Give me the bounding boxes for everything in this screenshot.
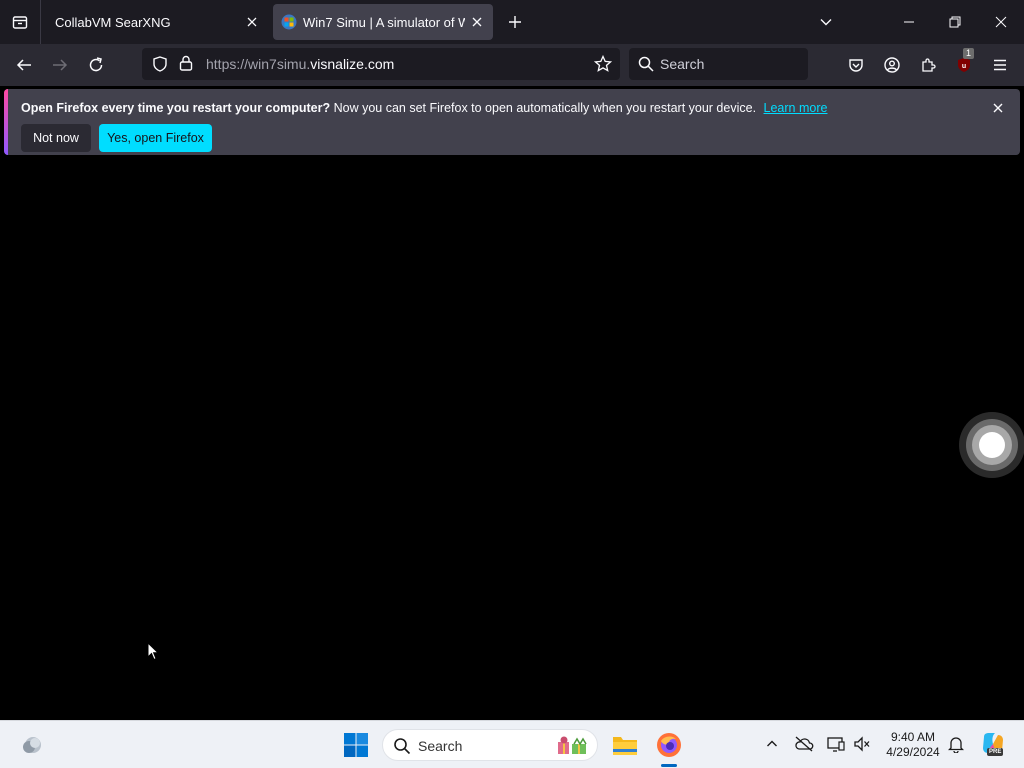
lock-icon[interactable] <box>179 55 193 76</box>
tab-title: CollabVM SearXNG <box>55 14 171 30</box>
firefox-taskbar-icon[interactable] <box>653 729 685 761</box>
weather-widget-icon[interactable] <box>20 733 44 757</box>
win7-favicon-icon <box>281 14 297 30</box>
tab-close-icon[interactable] <box>465 10 489 34</box>
back-arrow-icon[interactable] <box>11 52 37 78</box>
yes-open-firefox-button[interactable]: Yes, open Firefox <box>99 124 212 152</box>
firefox-active-indicator <box>661 764 677 767</box>
show-hidden-icons-chevron-icon[interactable] <box>761 733 783 755</box>
file-explorer-icon[interactable] <box>609 729 641 761</box>
tab-strip: CollabVM SearXNG Win7 Simu | A simulator… <box>0 0 1024 44</box>
firefox-view-icon[interactable] <box>8 10 32 34</box>
browser-window: CollabVM SearXNG Win7 Simu | A simulator… <box>0 0 1024 720</box>
tab-separator <box>40 0 41 44</box>
taskbar-search-label: Search <box>418 738 463 754</box>
loading-spinner-icon <box>959 412 1024 478</box>
url-host: visnalize.com <box>310 56 395 72</box>
hamburger-menu-icon[interactable] <box>987 52 1013 78</box>
svg-text:u: u <box>962 63 966 70</box>
tab-win7-simu[interactable]: Win7 Simu | A simulator of Windows 7 <box>273 4 493 40</box>
navigation-toolbar: https://win7simu.visnalize.com Search u … <box>0 44 1024 86</box>
new-tab-plus-icon[interactable] <box>503 10 527 34</box>
clock-time: 9:40 AM <box>890 730 936 744</box>
search-placeholder: Search <box>660 56 705 72</box>
notification-body: Now you can set Firefox to open automati… <box>333 101 757 115</box>
close-window-icon[interactable] <box>978 0 1024 44</box>
address-bar[interactable]: https://win7simu.visnalize.com <box>142 48 620 80</box>
search-highlight-gifts-icon <box>555 733 591 762</box>
network-display-icon[interactable] <box>825 733 847 755</box>
close-notification-icon[interactable] <box>988 98 1008 118</box>
search-icon <box>638 56 654 77</box>
url-scheme: https://win7simu. <box>206 56 311 72</box>
volume-muted-icon[interactable] <box>851 733 873 755</box>
url-text[interactable]: https://win7simu.visnalize.com <box>206 56 394 72</box>
tab-title: Win7 Simu | A simulator of Windows 7 <box>303 14 465 30</box>
not-now-button[interactable]: Not now <box>21 124 91 152</box>
extension-badge: 1 <box>963 48 975 59</box>
search-bar[interactable]: Search <box>629 48 808 80</box>
tracking-shield-icon[interactable] <box>152 56 168 77</box>
account-icon[interactable] <box>879 52 905 78</box>
minimize-icon[interactable] <box>886 0 932 44</box>
pocket-icon[interactable] <box>843 52 869 78</box>
notification-bell-icon[interactable] <box>945 733 967 755</box>
system-clock[interactable]: 9:40 AM 4/29/2024 <box>878 730 948 760</box>
clock-date: 4/29/2024 <box>886 745 940 759</box>
mouse-cursor-icon <box>147 641 160 666</box>
search-icon <box>393 737 411 760</box>
restart-notification-bar: Open Firefox every time you restart your… <box>4 89 1020 155</box>
taskbar: Search 9:40 AM 4/29/2024 PRE <box>0 720 1024 768</box>
start-windows-icon[interactable] <box>343 732 369 758</box>
notification-message: Open Firefox every time you restart your… <box>21 101 827 115</box>
tab-close-icon[interactable] <box>240 10 264 34</box>
notification-title: Open Firefox every time you restart your… <box>21 101 331 115</box>
extensions-puzzle-icon[interactable] <box>915 52 941 78</box>
onedrive-offline-icon[interactable] <box>793 733 815 755</box>
bookmark-star-icon[interactable] <box>593 54 613 78</box>
notification-accent <box>4 89 8 155</box>
copilot-preview-icon[interactable]: PRE <box>979 730 1007 758</box>
page-content <box>0 160 1024 720</box>
taskbar-search-box[interactable]: Search <box>382 729 598 761</box>
restore-icon[interactable] <box>932 0 978 44</box>
list-all-tabs-chevron-icon[interactable] <box>814 10 838 34</box>
forward-arrow-icon[interactable] <box>47 52 73 78</box>
ublock-origin-icon[interactable]: u 1 <box>951 48 977 78</box>
learn-more-link[interactable]: Learn more <box>764 101 828 115</box>
reload-icon[interactable] <box>83 52 109 78</box>
tab-collabvm-searxng[interactable]: CollabVM SearXNG <box>44 4 268 40</box>
pre-badge-logo: PRE <box>987 748 1004 756</box>
